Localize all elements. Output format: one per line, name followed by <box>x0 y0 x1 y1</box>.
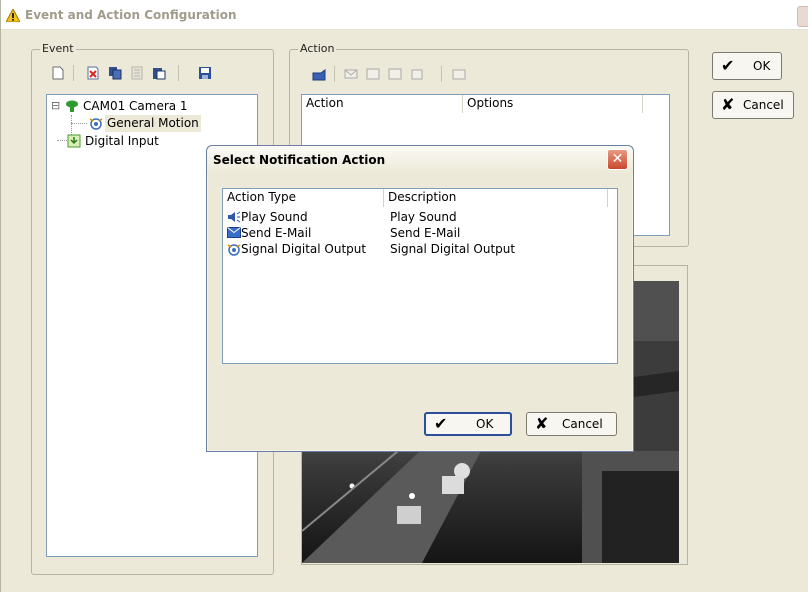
action-group-label: Action <box>298 42 337 55</box>
digital-input-icon <box>67 134 81 148</box>
tree-item-digital-input[interactable]: Digital Input <box>85 134 159 148</box>
x-icon: ✘ <box>721 95 735 114</box>
column-header-action-type[interactable]: Action Type <box>223 189 384 207</box>
dialog-close-button[interactable]: ✕ <box>607 149 628 170</box>
add-action-icon[interactable] <box>312 67 326 81</box>
title-bar: Event and Action Configuration <box>1 0 808 30</box>
warning-icon <box>6 9 20 22</box>
column-header-action[interactable]: Action <box>302 95 463 113</box>
event-action-window: Event and Action Configuration Event ⊟ C… <box>0 0 808 592</box>
description-label: Send E-Mail <box>390 226 461 240</box>
dialog-title-bar: Select Notification Action ✕ <box>207 146 633 174</box>
dialog-ok-button[interactable]: ✔ OK <box>424 412 512 436</box>
list-item-send-email[interactable]: Send E-Mail Send E-Mail <box>225 225 615 241</box>
toolbar-separator <box>178 65 179 81</box>
new-icon[interactable] <box>51 66 65 80</box>
action-type-label: Send E-Mail <box>241 226 312 240</box>
disabled-icon <box>366 68 380 80</box>
dialog-cancel-label: Cancel <box>562 417 603 431</box>
disabled-icon <box>131 66 143 80</box>
tree-expander[interactable]: ⊟ <box>51 99 60 112</box>
dialog-title: Select Notification Action <box>213 153 386 167</box>
envelope-icon <box>227 227 241 238</box>
copy-icon[interactable] <box>108 66 122 80</box>
paste-icon[interactable] <box>152 66 166 80</box>
list-item-signal-digital-output[interactable]: Signal Digital Output Signal Digital Out… <box>225 241 615 257</box>
disabled-icon <box>411 69 423 80</box>
toolbar-separator <box>441 66 442 82</box>
window-close-button[interactable] <box>797 6 808 27</box>
tree-item-camera[interactable]: CAM01 Camera 1 <box>83 99 188 113</box>
description-label: Play Sound <box>390 210 457 224</box>
toolbar-separator <box>334 66 335 82</box>
dialog-cancel-button[interactable]: ✘ Cancel <box>526 412 617 436</box>
check-icon: ✔ <box>434 414 448 433</box>
column-header-options[interactable]: Options <box>463 95 643 113</box>
delete-icon[interactable] <box>86 66 100 80</box>
cancel-button[interactable]: ✘ Cancel <box>712 91 794 119</box>
ok-button-label: OK <box>753 59 771 73</box>
event-group-label: Event <box>40 42 76 55</box>
email-icon <box>344 69 358 79</box>
camera-icon <box>66 100 78 112</box>
window-title: Event and Action Configuration <box>25 8 237 22</box>
tree-item-general-motion[interactable]: General Motion <box>105 115 201 132</box>
digital-output-icon <box>227 244 241 256</box>
ok-button[interactable]: ✔ OK <box>712 52 782 80</box>
cancel-button-label: Cancel <box>743 98 784 112</box>
toolbar-separator <box>73 65 74 81</box>
disabled-icon <box>388 68 402 80</box>
check-icon: ✔ <box>721 56 735 75</box>
speaker-icon <box>228 211 241 223</box>
save-icon[interactable] <box>198 66 212 80</box>
select-notification-dialog: Select Notification Action ✕ Action Type… <box>206 145 634 452</box>
column-header-description[interactable]: Description <box>384 189 608 207</box>
x-icon: ✘ <box>535 414 549 433</box>
disabled-icon <box>452 69 466 80</box>
motion-icon <box>89 118 103 130</box>
action-type-list[interactable]: Action Type Description Play Sound Play … <box>222 188 618 364</box>
description-label: Signal Digital Output <box>390 242 516 256</box>
tree-connector <box>71 123 87 124</box>
dialog-ok-label: OK <box>476 417 494 431</box>
action-type-label: Signal Digital Output <box>241 242 367 256</box>
action-type-label: Play Sound <box>241 210 308 224</box>
list-item-play-sound[interactable]: Play Sound Play Sound <box>225 209 615 225</box>
